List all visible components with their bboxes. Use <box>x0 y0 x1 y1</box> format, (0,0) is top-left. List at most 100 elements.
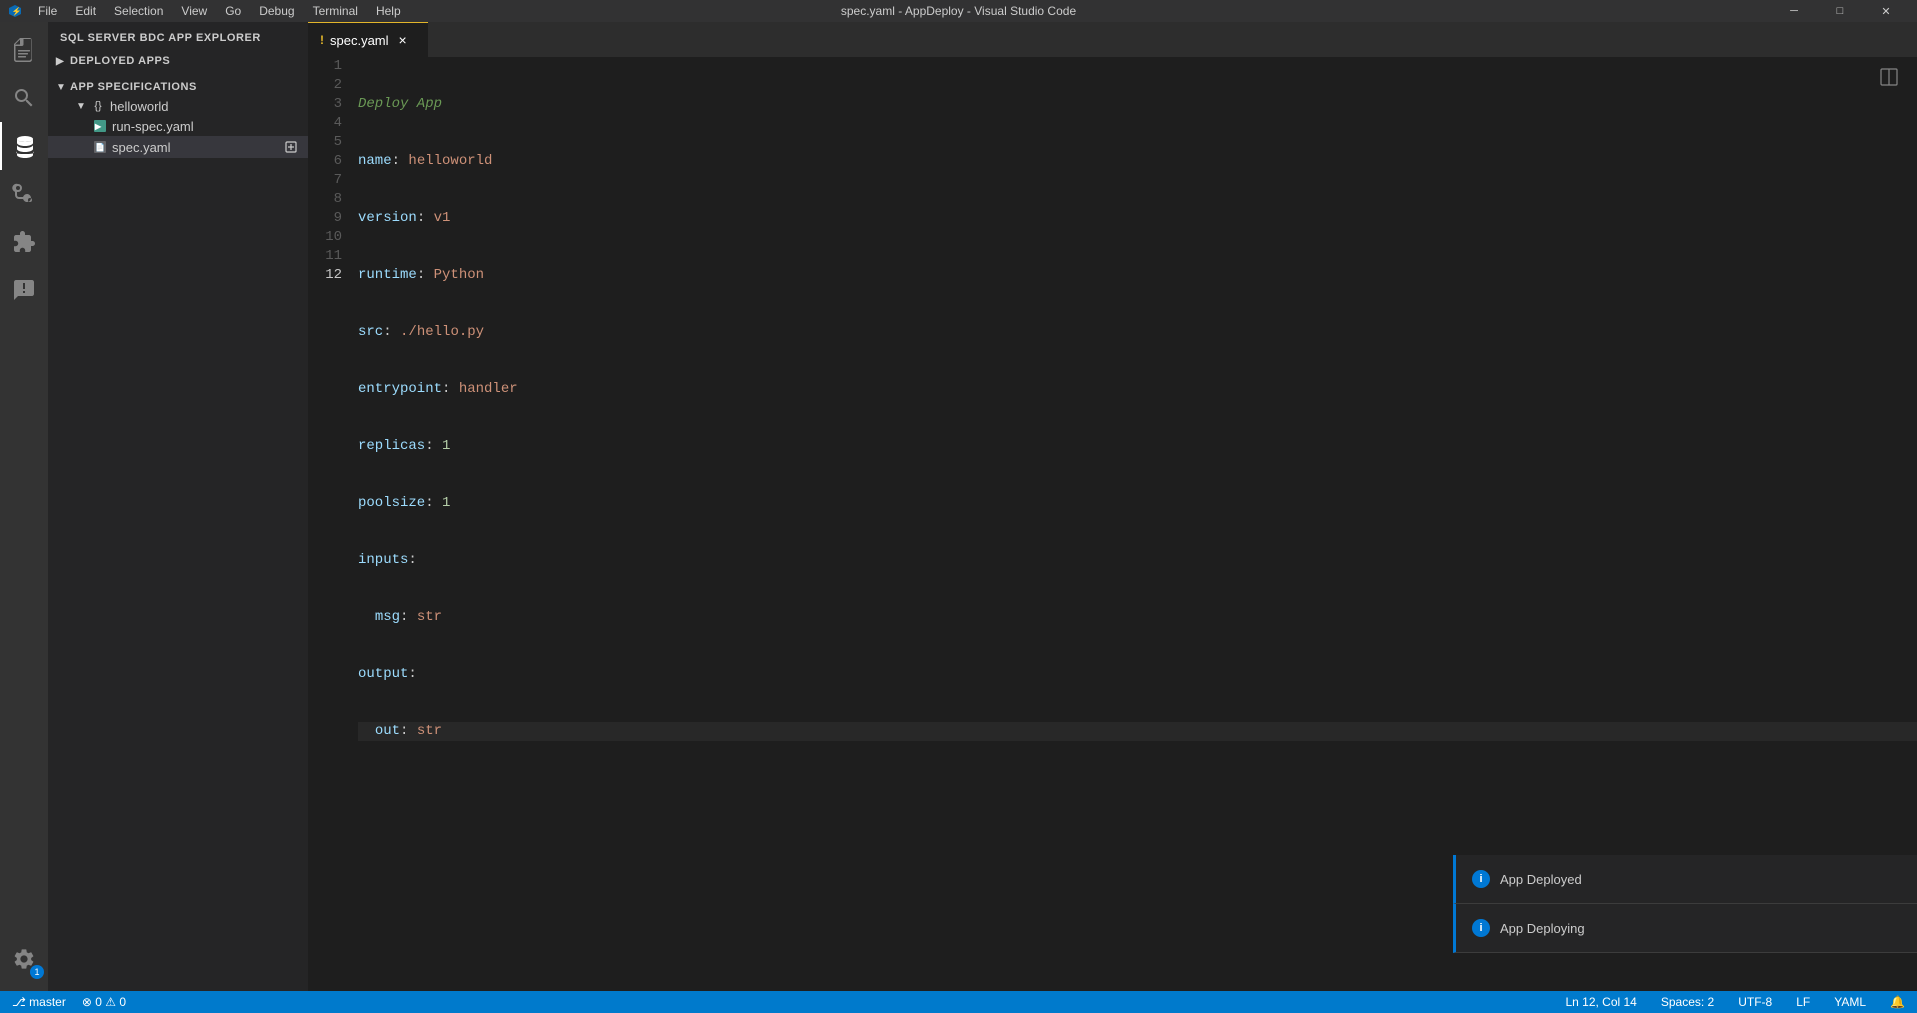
activity-item-message[interactable] <box>0 266 48 314</box>
code-line-4: runtime: Python <box>358 266 1917 285</box>
menu-bar: File Edit Selection View Go Debug Termin… <box>30 2 409 20</box>
editor-inner: 1 2 3 4 5 6 7 8 9 10 11 12 Deploy App <box>308 57 1917 836</box>
editor-top-right <box>1877 65 1901 89</box>
title-bar-controls: ─ □ ✕ <box>1771 0 1909 22</box>
code-line-6: entrypoint: handler <box>358 380 1917 399</box>
helloworld-chevron: ▼ <box>76 101 86 111</box>
tab-filename: spec.yaml <box>330 33 389 48</box>
tab-spec-yaml[interactable]: ! spec.yaml × <box>308 22 428 57</box>
window-title: spec.yaml - AppDeploy - Visual Studio Co… <box>841 4 1076 18</box>
tree-item-run-spec[interactable]: ▶ run-spec.yaml <box>48 116 308 136</box>
sidebar-header: SQL SERVER BDC APP EXPLORER <box>48 22 308 48</box>
code-line-8: poolsize: 1 <box>358 494 1917 513</box>
menu-go[interactable]: Go <box>217 2 249 20</box>
status-ln-col[interactable]: Ln 12, Col 14 <box>1561 991 1640 1013</box>
code-line-3: version: v1 <box>358 209 1917 228</box>
status-eol-text: LF <box>1796 995 1810 1009</box>
activity-bar: 1 <box>0 22 48 991</box>
app-specifications-header[interactable]: ▼ APP SPECIFICATIONS <box>48 78 308 96</box>
line-num-13 <box>318 285 342 304</box>
app-icon: ⚡ <box>8 4 22 18</box>
line-num-9: 9 <box>318 209 342 228</box>
sidebar: SQL SERVER BDC APP EXPLORER ▶ DEPLOYED A… <box>48 22 308 991</box>
line-num-8: 8 <box>318 190 342 209</box>
split-editor-button[interactable] <box>1877 65 1901 89</box>
spec-yaml-action-btn[interactable] <box>282 138 300 156</box>
code-line-7: replicas: 1 <box>358 437 1917 456</box>
code-line-12: out: str <box>358 722 1917 741</box>
deployed-apps-header[interactable]: ▶ DEPLOYED APPS <box>48 52 308 70</box>
title-bar: ⚡ File Edit Selection View Go Debug Term… <box>0 0 1917 22</box>
activity-item-sql-server[interactable] <box>0 122 48 170</box>
status-branch-text: ⎇ master <box>12 995 66 1009</box>
notifications-container: i App Deployed i App Deploying <box>1453 855 1917 953</box>
deployed-apps-section: ▶ DEPLOYED APPS <box>48 48 308 74</box>
status-bar-left: ⎇ master ⊗ 0 ⚠ 0 <box>8 991 130 1013</box>
status-eol[interactable]: LF <box>1792 991 1814 1013</box>
helloworld-folder-label: helloworld <box>110 99 169 114</box>
svg-text:▶: ▶ <box>94 122 102 131</box>
tree-item-spec-yaml[interactable]: 📄 spec.yaml <box>48 136 308 158</box>
run-spec-icon: ▶ <box>92 118 108 134</box>
run-spec-label: run-spec.yaml <box>112 119 194 134</box>
menu-help[interactable]: Help <box>368 2 409 20</box>
status-feedback[interactable]: 🔔 <box>1886 991 1909 1013</box>
title-bar-left: ⚡ File Edit Selection View Go Debug Term… <box>8 2 409 20</box>
menu-edit[interactable]: Edit <box>67 2 104 20</box>
menu-view[interactable]: View <box>173 2 215 20</box>
notification-app-deploying[interactable]: i App Deploying <box>1453 904 1917 953</box>
notification-deployed-text: App Deployed <box>1500 872 1582 887</box>
tab-yaml-icon: ! <box>320 33 324 47</box>
activity-item-settings[interactable]: 1 <box>0 935 48 983</box>
tree-item-helloworld[interactable]: ▼ {} helloworld <box>48 96 308 116</box>
status-encoding-text: UTF-8 <box>1738 995 1772 1009</box>
code-line-2: name: helloworld <box>358 152 1917 171</box>
line-num-1: 1 <box>318 57 342 76</box>
status-spaces[interactable]: Spaces: 2 <box>1657 991 1718 1013</box>
status-spaces-text: Spaces: 2 <box>1661 995 1714 1009</box>
line-num-7: 7 <box>318 171 342 190</box>
status-errors[interactable]: ⊗ 0 ⚠ 0 <box>78 991 130 1013</box>
menu-terminal[interactable]: Terminal <box>305 2 366 20</box>
activity-bar-bottom: 1 <box>0 935 48 983</box>
line-num-2: 2 <box>318 76 342 95</box>
helloworld-folder-icon: {} <box>90 98 106 114</box>
close-button[interactable]: ✕ <box>1863 0 1909 22</box>
svg-text:⚡: ⚡ <box>12 6 22 16</box>
main-layout: 1 SQL SERVER BDC APP EXPLORER ▶ DEPLOYED… <box>0 22 1917 991</box>
line-num-11: 11 <box>318 247 342 266</box>
menu-debug[interactable]: Debug <box>251 2 302 20</box>
status-branch[interactable]: ⎇ master <box>8 991 70 1013</box>
code-content[interactable]: Deploy App name: helloworld version: v1 … <box>358 57 1917 836</box>
activity-item-source-control[interactable] <box>0 170 48 218</box>
deployed-apps-chevron: ▶ <box>56 56 66 66</box>
minimize-button[interactable]: ─ <box>1771 0 1817 22</box>
line-num-4: 4 <box>318 114 342 133</box>
settings-badge: 1 <box>30 965 44 979</box>
menu-selection[interactable]: Selection <box>106 2 171 20</box>
activity-item-explorer[interactable] <box>0 26 48 74</box>
line-numbers: 1 2 3 4 5 6 7 8 9 10 11 12 <box>308 57 358 836</box>
notification-deploying-text: App Deploying <box>1500 921 1585 936</box>
code-line-13 <box>358 779 1917 798</box>
activity-item-search[interactable] <box>0 74 48 122</box>
code-line-9: inputs: <box>358 551 1917 570</box>
app-specs-chevron: ▼ <box>56 82 66 92</box>
status-language-text: YAML <box>1834 995 1866 1009</box>
activity-item-extensions[interactable] <box>0 218 48 266</box>
status-bar-right: Ln 12, Col 14 Spaces: 2 UTF-8 LF YAML 🔔 <box>1561 991 1909 1013</box>
status-language[interactable]: YAML <box>1830 991 1870 1013</box>
restore-button[interactable]: □ <box>1817 0 1863 22</box>
app-specifications-section: ▼ APP SPECIFICATIONS ▼ {} helloworld ▶ r… <box>48 74 308 162</box>
editor-content[interactable]: 1 2 3 4 5 6 7 8 9 10 11 12 Deploy App <box>308 57 1917 991</box>
notification-app-deployed[interactable]: i App Deployed <box>1453 855 1917 904</box>
code-line-10: msg: str <box>358 608 1917 627</box>
status-feedback-icon: 🔔 <box>1890 995 1905 1009</box>
status-bar: ⎇ master ⊗ 0 ⚠ 0 Ln 12, Col 14 Spaces: 2… <box>0 991 1917 1013</box>
line-num-3: 3 <box>318 95 342 114</box>
deployed-apps-label: DEPLOYED APPS <box>70 55 170 67</box>
tab-close-button[interactable]: × <box>395 32 411 48</box>
status-encoding[interactable]: UTF-8 <box>1734 991 1776 1013</box>
status-ln-col-text: Ln 12, Col 14 <box>1565 995 1636 1009</box>
menu-file[interactable]: File <box>30 2 65 20</box>
